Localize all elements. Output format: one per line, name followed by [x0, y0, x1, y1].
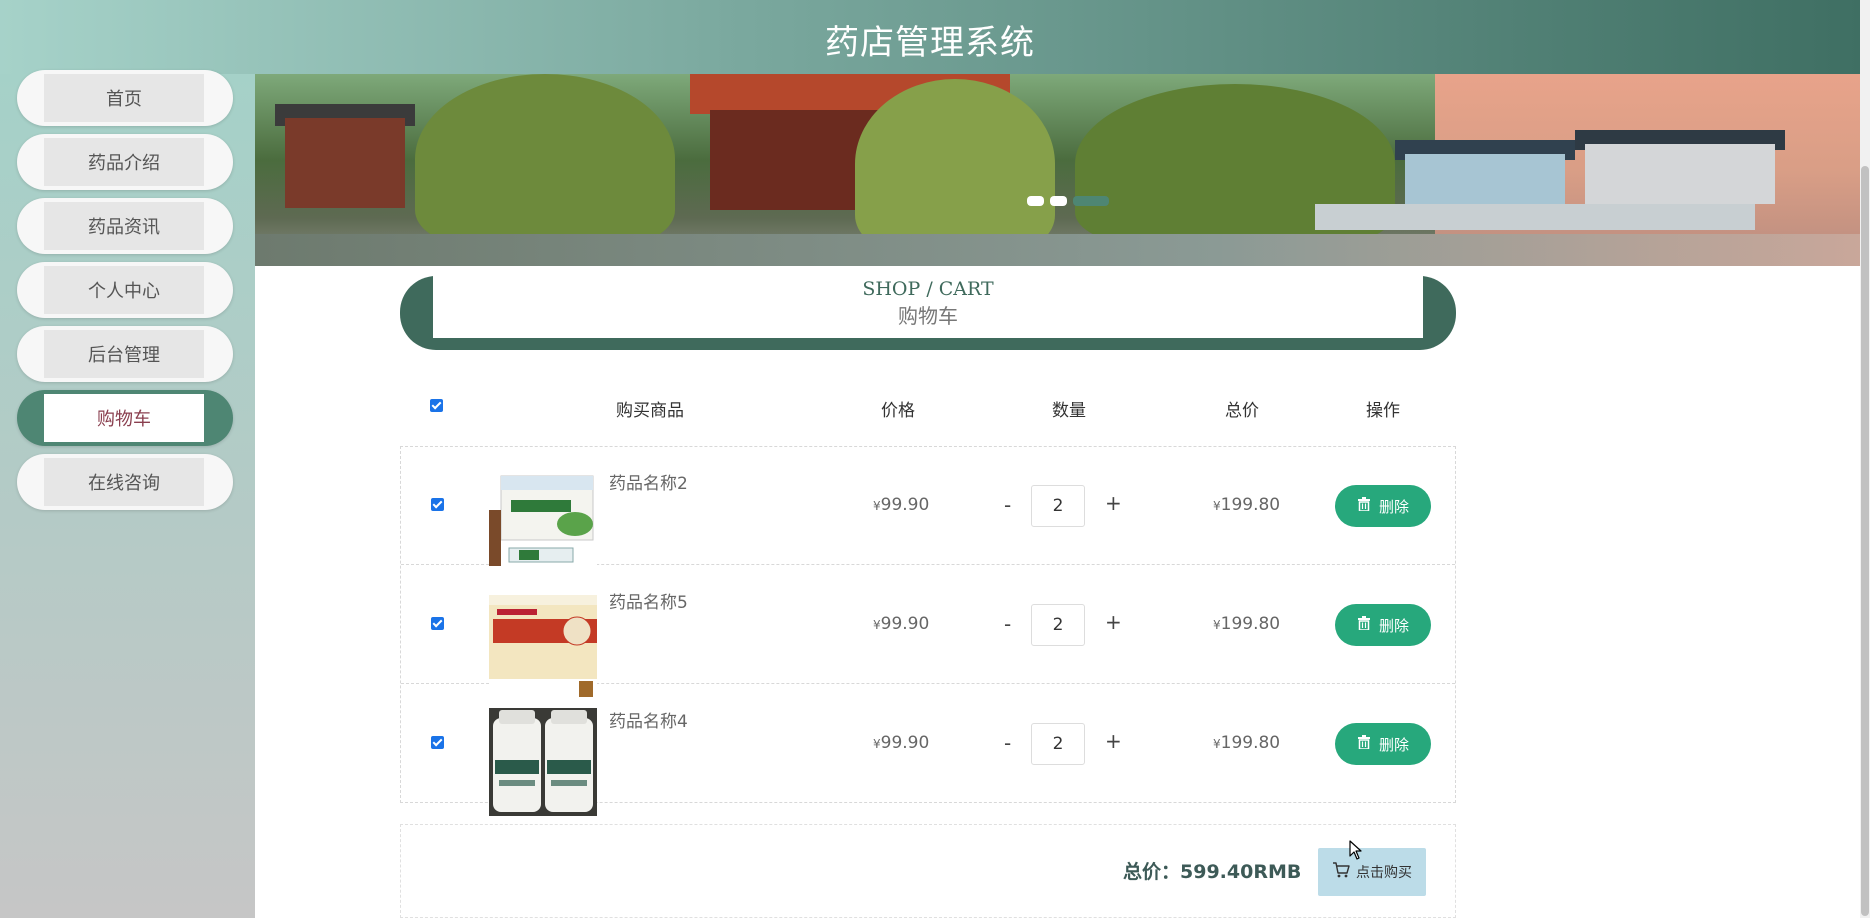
page-scrollbar[interactable] [1860, 0, 1870, 918]
sidebar-item-home[interactable]: 首页 [17, 70, 233, 126]
row-checkbox[interactable] [431, 498, 444, 511]
section-title-zh: 购物车 [898, 304, 958, 328]
banner-pavilion [285, 118, 405, 208]
select-all-checkbox[interactable] [430, 399, 443, 412]
cart-table-header: 购买商品 价格 数量 总价 操作 [400, 386, 1456, 426]
qty-input[interactable]: 2 [1031, 723, 1085, 765]
column-header-product: 购买商品 [616, 401, 684, 421]
sidebar-nav: 首页 药品介绍 药品资讯 个人中心 后台管理 购物车 在线咨询 [0, 70, 255, 918]
row-total: ¥199.80 [1213, 614, 1281, 634]
qty-increment-button[interactable]: + [1105, 729, 1122, 753]
trash-icon [1357, 497, 1371, 515]
sidebar-item-label: 后台管理 [44, 330, 204, 378]
qty-input[interactable]: 2 [1031, 485, 1085, 527]
scrollbar-thumb[interactable] [1861, 166, 1869, 916]
sidebar-item-label: 在线咨询 [44, 458, 204, 506]
sidebar-item-admin[interactable]: 后台管理 [17, 326, 233, 382]
qty-increment-button[interactable]: + [1105, 491, 1122, 515]
column-header-actions: 操作 [1366, 401, 1400, 421]
sidebar-item-label: 购物车 [44, 394, 204, 442]
sidebar-item-online-consult[interactable]: 在线咨询 [17, 454, 233, 510]
delete-button[interactable]: 删除 [1335, 604, 1431, 646]
buy-button[interactable]: 点击购买 [1318, 848, 1426, 896]
section-header-inner: SHOP / CART 购物车 [433, 276, 1423, 338]
carousel-dot[interactable] [1050, 196, 1067, 206]
sidebar-item-label: 首页 [44, 74, 204, 122]
banner-house [1585, 144, 1775, 204]
delete-label: 删除 [1378, 616, 1409, 635]
carousel-dot[interactable] [1027, 196, 1044, 206]
qty-decrement-button[interactable]: - [1004, 731, 1011, 755]
product-image[interactable] [489, 470, 597, 578]
trash-icon [1357, 616, 1371, 634]
cart-row: 药品名称5 ¥99.90 - 2 + ¥199.80 删除 [401, 566, 1455, 697]
cart-items: 药品名称2 ¥99.90 - 2 + ¥199.80 删除 药品名称5 ¥99.… [400, 446, 1456, 816]
section-title-en: SHOP / CART [862, 278, 994, 300]
qty-decrement-button[interactable]: - [1004, 493, 1011, 517]
cart-row: 药品名称2 ¥99.90 - 2 + ¥199.80 删除 [401, 447, 1455, 578]
sidebar-item-label: 药品资讯 [44, 202, 204, 250]
sidebar-item-personal-center[interactable]: 个人中心 [17, 262, 233, 318]
product-image[interactable] [489, 589, 597, 697]
sidebar-item-cart[interactable]: 购物车 [17, 390, 233, 446]
banner-railing [1315, 204, 1755, 230]
sidebar-item-drug-intro[interactable]: 药品介绍 [17, 134, 233, 190]
column-header-quantity: 数量 [1052, 401, 1086, 421]
top-header: 药店管理系统 [0, 0, 1860, 74]
column-header-total: 总价 [1225, 401, 1259, 421]
product-image[interactable] [489, 708, 597, 816]
row-checkbox[interactable] [431, 736, 444, 749]
product-price: ¥99.90 [873, 733, 930, 753]
banner-carousel[interactable] [255, 74, 1860, 266]
banner-tree [855, 79, 1055, 249]
trash-icon [1357, 735, 1371, 753]
product-name[interactable]: 药品名称4 [609, 707, 688, 732]
qty-decrement-button[interactable]: - [1004, 612, 1011, 636]
delete-button[interactable]: 删除 [1335, 723, 1431, 765]
mouse-cursor-icon [1349, 840, 1363, 864]
app-title: 药店管理系统 [825, 23, 1035, 63]
buy-button-label: 点击购买 [1356, 865, 1412, 881]
delete-label: 删除 [1378, 497, 1409, 516]
carousel-dot-active[interactable] [1073, 196, 1109, 206]
cart-row: 药品名称4 ¥99.90 - 2 + ¥199.80 删除 [401, 685, 1455, 816]
delete-label: 删除 [1378, 735, 1409, 754]
page: 药店管理系统 首页 药品介绍 药品资讯 个人中心 后台管理 购物车 在线咨询 S… [0, 0, 1870, 918]
section-header: SHOP / CART 购物车 [400, 276, 1456, 350]
sidebar-item-label: 药品介绍 [44, 138, 204, 186]
qty-input[interactable]: 2 [1031, 604, 1085, 646]
row-checkbox[interactable] [431, 617, 444, 630]
product-name[interactable]: 药品名称5 [609, 588, 688, 613]
product-name[interactable]: 药品名称2 [609, 469, 688, 494]
banner-water [255, 234, 1860, 266]
sidebar-item-label: 个人中心 [44, 266, 204, 314]
grand-total: 总价：599.40RMB [1123, 861, 1302, 883]
cart-summary: 总价：599.40RMB 点击购买 [400, 824, 1456, 918]
sidebar-item-drug-news[interactable]: 药品资讯 [17, 198, 233, 254]
qty-increment-button[interactable]: + [1105, 610, 1122, 634]
delete-button[interactable]: 删除 [1335, 485, 1431, 527]
banner-tree [415, 74, 675, 244]
carousel-indicators [1027, 196, 1109, 206]
row-total: ¥199.80 [1213, 495, 1281, 515]
product-price: ¥99.90 [873, 495, 930, 515]
product-price: ¥99.90 [873, 614, 930, 634]
row-total: ¥199.80 [1213, 733, 1281, 753]
column-header-price: 价格 [881, 401, 915, 421]
cart-icon [1332, 862, 1350, 882]
